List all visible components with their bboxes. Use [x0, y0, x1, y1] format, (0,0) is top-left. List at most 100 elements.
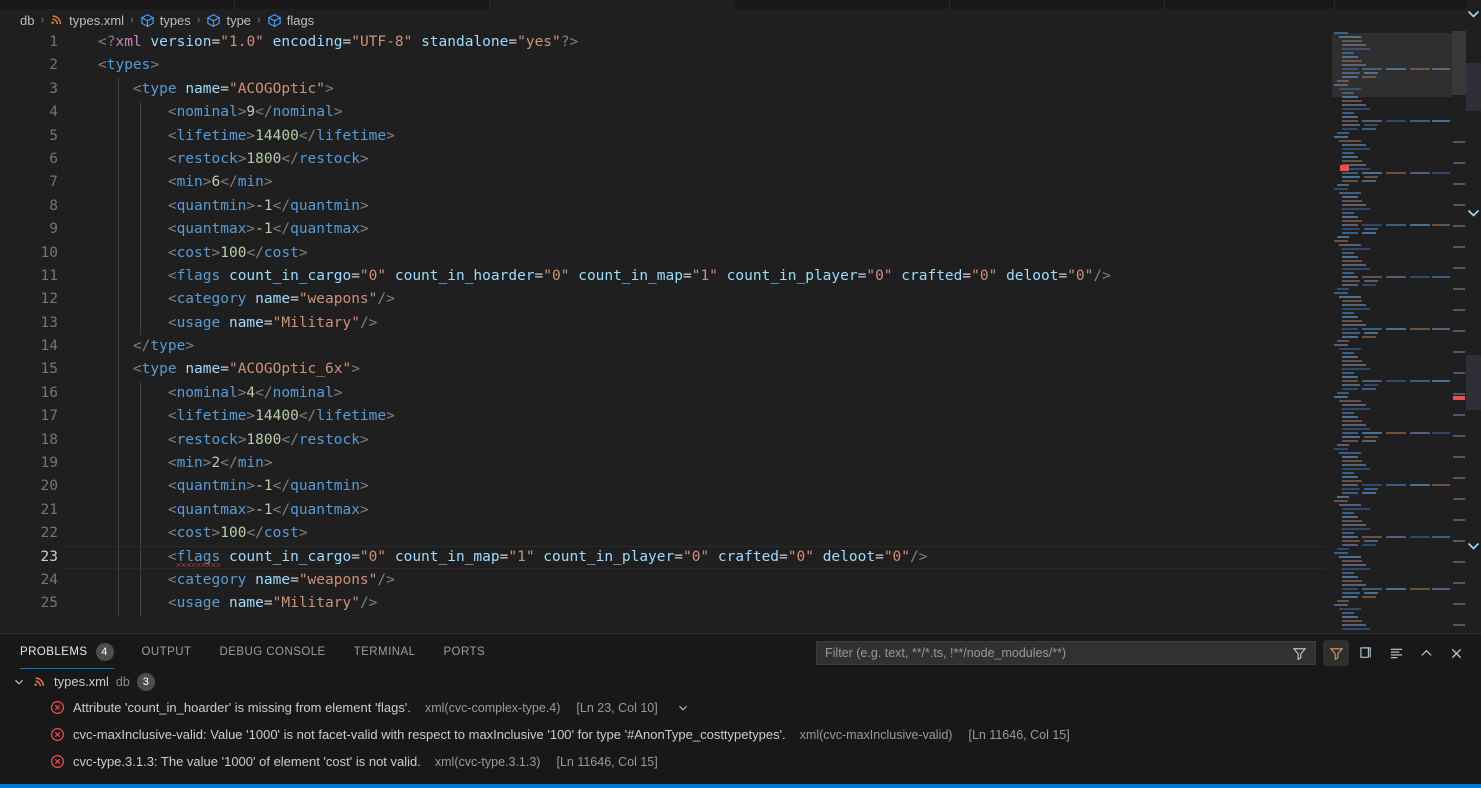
code-line[interactable]: 9 <quantmax>-1</quantmax> [0, 218, 1325, 242]
problems-list[interactable]: types.xml db 3 Attribute 'count_in_hoarder'… [0, 669, 1481, 785]
code-lines[interactable]: 1 <?xml version="1.0" encoding="UTF-8" st… [0, 31, 1325, 633]
code-line[interactable]: 14 </type> [0, 335, 1325, 359]
code-line[interactable]: 15 <type name="ACOGOptic_6x"> [0, 358, 1325, 382]
code-line[interactable]: 16 <nominal>4</nominal> [0, 381, 1325, 406]
problem-row[interactable]: cvc-maxInclusive-valid: Value '1000' is … [0, 721, 1481, 748]
filter-funnel-icon[interactable] [1292, 646, 1307, 661]
breadcrumb-item-type[interactable]: type [206, 13, 251, 28]
symbol-object-icon [140, 13, 155, 28]
panel-tab-debug-console[interactable]: DEBUG CONSOLE [220, 634, 326, 669]
chevron-down-icon[interactable] [12, 675, 26, 689]
minimap-token [1334, 239, 1348, 243]
minimap-token [1342, 507, 1370, 511]
code-line[interactable]: 23 <flags count_in_cargo="0" count_in_ma… [0, 545, 1325, 570]
panel-tab-label: PORTS [443, 645, 486, 658]
minimap-token [1339, 139, 1361, 143]
line-text: <type name="ACOGOptic"> [132, 80, 334, 97]
minimap-token [1432, 483, 1450, 487]
panel-tab-output[interactable]: OUTPUT [142, 634, 192, 669]
code-line[interactable]: 3 <type name="ACOGOptic"> [0, 77, 1325, 102]
breadcrumb-label: types.xml [69, 12, 125, 28]
code-line[interactable]: 5 <lifetime>14400</lifetime> [0, 124, 1325, 148]
panel-tab-terminal[interactable]: TERMINAL [354, 634, 416, 669]
code-line[interactable]: 18 <restock>1800</restock> [0, 428, 1325, 453]
minimap[interactable] [1332, 31, 1452, 633]
editor-tab[interactable] [1165, 0, 1335, 9]
code-line[interactable]: 19 <min>2</min> [0, 452, 1325, 476]
minimap-token [1342, 539, 1360, 543]
code-line[interactable]: 20 <quantmin>-1</quantmin> [0, 475, 1325, 499]
code-line[interactable]: 17 <lifetime>14400</lifetime> [0, 405, 1325, 429]
minimap-token [1342, 403, 1366, 407]
code-line[interactable]: 24 <category name="weapons"/> [0, 568, 1325, 593]
panel-tab-problems[interactable]: PROBLEMS 4 [20, 634, 114, 669]
code-line[interactable]: 25 <usage name="Military"/> [0, 592, 1325, 616]
minimap-token [1342, 415, 1358, 419]
minimap-token [1386, 379, 1406, 383]
code-line[interactable]: 8 <quantmin>-1</quantmin> [0, 194, 1325, 219]
chevron-down-icon[interactable] [1466, 6, 1481, 22]
panel-actions [1323, 640, 1469, 666]
chevron-down-icon[interactable] [1466, 538, 1481, 554]
code-line[interactable]: 22 <cost>100</cost> [0, 522, 1325, 546]
line-number: 3 [49, 80, 58, 97]
minimap-token [1362, 431, 1382, 435]
breadcrumb-item-types[interactable]: types [140, 13, 191, 28]
code-editor[interactable]: 1 <?xml version="1.0" encoding="UTF-8" st… [0, 31, 1481, 633]
minimap-token [1339, 607, 1361, 611]
editor-tab[interactable] [0, 0, 235, 9]
breadcrumb-item-db[interactable]: db [20, 13, 34, 28]
panel-tab-ports[interactable]: PORTS [443, 634, 485, 669]
editor-scrollbar[interactable] [1452, 31, 1466, 633]
code-line[interactable]: 4 <nominal>9</nominal> [0, 101, 1325, 125]
problem-expand-chevron-icon[interactable] [676, 701, 690, 715]
problems-file-group[interactable]: types.xml db 3 [0, 669, 1481, 694]
minimap-token [1342, 127, 1358, 131]
minimap-token [1342, 479, 1362, 483]
filter-toggle-button[interactable] [1323, 640, 1349, 666]
line-number: 22 [40, 525, 58, 542]
filter-input[interactable] [825, 646, 1292, 660]
code-line[interactable]: 6 <restock>1800</restock> [0, 147, 1325, 172]
minimap-slider[interactable] [1332, 33, 1452, 97]
panel-tab-label: TERMINAL [353, 645, 416, 658]
minimap-token [1342, 207, 1370, 211]
code-line[interactable]: 12 <category name="weapons"/> [0, 288, 1325, 312]
code-line[interactable]: 2 <types> [0, 54, 1325, 77]
editor-tab[interactable] [235, 0, 490, 9]
minimap-token [1362, 223, 1382, 227]
minimap-token [1342, 107, 1370, 111]
problem-row[interactable]: Attribute 'count_in_hoarder' is missing … [0, 694, 1481, 721]
copy-button[interactable] [1353, 640, 1379, 666]
scrollbar-thumb[interactable] [1452, 31, 1466, 95]
problem-row[interactable]: cvc-type.3.1.3: The value '1000' of elem… [0, 748, 1481, 775]
minimap-token [1362, 179, 1376, 183]
problems-filter[interactable] [816, 641, 1316, 665]
problems-file-count: 3 [136, 672, 155, 691]
code-line[interactable]: 7 <min>6</min> [0, 171, 1325, 195]
chevron-down-icon[interactable] [1466, 205, 1481, 221]
minimap-token [1342, 559, 1362, 563]
code-line[interactable]: 11 <flags count_in_cargo="0" count_in_ho… [0, 264, 1325, 289]
editor-tab-active[interactable] [490, 0, 735, 9]
close-panel-button[interactable] [1443, 640, 1469, 666]
collapse-panel-button[interactable] [1413, 640, 1439, 666]
code-line[interactable]: 13 <usage name="Military"/> [0, 311, 1325, 336]
minimap-token [1364, 435, 1378, 439]
view-as-table-button[interactable] [1383, 640, 1409, 666]
scrollbar-marker [1453, 330, 1465, 332]
minimap-token [1342, 371, 1354, 375]
code-line[interactable]: 21 <quantmax>-1</quantmax> [0, 498, 1325, 523]
editor-tab[interactable] [735, 0, 950, 9]
line-number: 6 [49, 150, 58, 167]
minimap-token [1342, 151, 1354, 155]
editor-tab[interactable] [950, 0, 1165, 9]
minimap-token [1342, 387, 1358, 391]
code-line[interactable]: 1 <?xml version="1.0" encoding="UTF-8" st… [0, 31, 1325, 54]
minimap-token [1342, 419, 1362, 423]
minimap-token [1362, 535, 1382, 539]
breadcrumb-item-types-xml[interactable]: types.xml [50, 13, 124, 28]
code-line[interactable]: 10 <cost>100</cost> [0, 241, 1325, 265]
minimap-token [1342, 567, 1370, 571]
breadcrumb-item-flags[interactable]: flags [267, 13, 314, 28]
